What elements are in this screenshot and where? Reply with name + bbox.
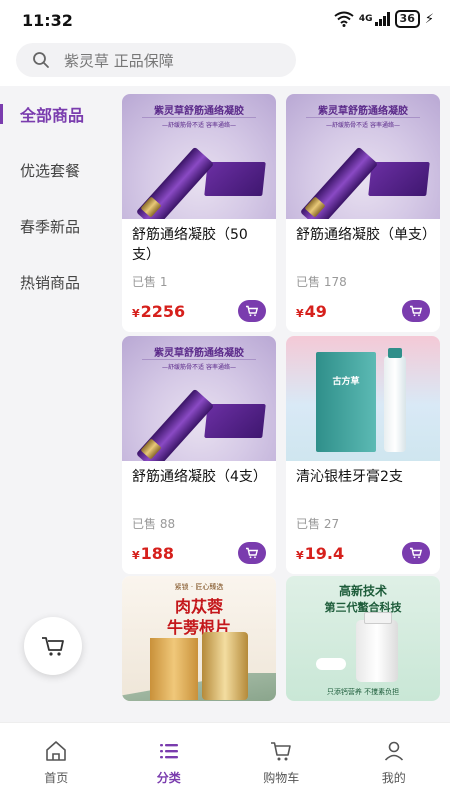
cart-icon	[246, 305, 259, 317]
sold-count: 已售 178	[296, 275, 347, 289]
search-bar: 紫灵草 正品保障	[0, 38, 450, 86]
cart-icon	[246, 547, 259, 559]
add-to-cart-button[interactable]	[402, 542, 430, 564]
product-image: 高新技术 第三代螯合科技 只添钙营养 不搅素负担	[286, 576, 440, 701]
signal-icon	[374, 12, 390, 26]
search-icon	[33, 52, 49, 68]
sidebar-item-spring-new[interactable]: 春季新品	[0, 198, 112, 254]
tab-profile[interactable]: 我的	[338, 723, 450, 800]
wifi-icon	[334, 11, 354, 27]
image-brand-text: 紫灵草舒筋通络凝胶	[318, 106, 408, 117]
network-type: 4G	[358, 14, 373, 24]
product-price: ¥2256	[132, 301, 186, 321]
floating-cart-button[interactable]	[24, 617, 82, 675]
image-title-line2: 牛蒡根片	[166, 618, 231, 637]
status-icons: 4G 36 ⚡	[334, 10, 434, 28]
product-title: 舒筋通络凝胶（单支）	[296, 227, 436, 243]
sold-count: 已售 1	[132, 275, 168, 289]
sold-count: 已售 27	[296, 517, 340, 531]
product-image: 紫灵草舒筋通络凝胶 —舒缓筋骨不适 容率通络—	[122, 94, 276, 219]
tab-category-label: 分类	[156, 771, 181, 785]
list-icon	[159, 744, 178, 759]
tab-cart[interactable]: 购物车	[225, 723, 338, 800]
product-price: ¥188	[132, 543, 175, 563]
cart-icon	[271, 742, 292, 761]
charging-icon: ⚡	[424, 11, 434, 27]
product-card[interactable]: 紧锁 · 匠心臻选 肉苁蓉 牛蒡根片	[122, 576, 276, 701]
product-card[interactable]: 紫灵草舒筋通络凝胶 —舒缓筋骨不适 容率通络— 舒筋通络凝胶（50支） 已售 1…	[122, 94, 276, 332]
sidebar-item-hot[interactable]: 热销商品	[0, 254, 112, 310]
sidebar-item-all[interactable]: 全部商品	[0, 86, 112, 142]
tab-category[interactable]: 分类	[113, 723, 226, 800]
add-to-cart-button[interactable]	[238, 300, 266, 322]
image-title-line1: 高新技术	[338, 584, 387, 598]
product-price: ¥49	[296, 301, 327, 321]
product-price: ¥19.4	[296, 543, 345, 563]
cart-icon	[410, 547, 423, 559]
product-image: 紫灵草舒筋通络凝胶 —舒缓筋骨不适 容率通络—	[122, 336, 276, 461]
search-input[interactable]: 紫灵草 正品保障	[16, 43, 296, 77]
product-card[interactable]: 紫灵草舒筋通络凝胶 —舒缓筋骨不适 容率通络— 舒筋通络凝胶（4支） 已售 88…	[122, 336, 276, 574]
image-title-line2: 第三代螯合科技	[324, 601, 402, 614]
cart-icon	[42, 637, 64, 656]
sidebar-item-bundles[interactable]: 优选套餐	[0, 142, 112, 198]
status-bar: 11:32 4G 36 ⚡	[0, 0, 450, 38]
image-label-text: 古方草	[332, 377, 360, 387]
image-slogan-text: —舒缓筋骨不适 容率通络—	[142, 359, 256, 371]
image-slogan-text: —舒缓筋骨不适 容率通络—	[142, 117, 256, 129]
product-grid: 紫灵草舒筋通络凝胶 —舒缓筋骨不适 容率通络— 舒筋通络凝胶（50支） 已售 1…	[112, 86, 450, 720]
product-card[interactable]: 紫灵草舒筋通络凝胶 —舒缓筋骨不适 容率通络— 舒筋通络凝胶（单支） 已售 17…	[286, 94, 440, 332]
bottom-tab-bar: 首页 分类 购物车 我的	[0, 722, 450, 800]
image-brand-text: 紫灵草舒筋通络凝胶	[154, 106, 244, 117]
product-image: 古方草	[286, 336, 440, 461]
image-brand-text: 紫灵草舒筋通络凝胶	[154, 348, 244, 359]
image-footer-text: 只添钙营养 不搅素负担	[326, 688, 400, 696]
product-card[interactable]: 古方草 清沁银桂牙膏2支 已售 27 ¥19.4	[286, 336, 440, 574]
tab-profile-label: 我的	[381, 771, 406, 785]
tab-home[interactable]: 首页	[0, 723, 113, 800]
home-icon	[46, 741, 67, 761]
image-small-text: 紧锁 · 匠心臻选	[174, 583, 224, 591]
image-slogan-text: —舒缓筋骨不适 容率通络—	[306, 117, 420, 129]
product-image: 紧锁 · 匠心臻选 肉苁蓉 牛蒡根片	[122, 576, 276, 701]
add-to-cart-button[interactable]	[238, 542, 266, 564]
user-icon	[384, 741, 403, 761]
product-image: 紫灵草舒筋通络凝胶 —舒缓筋骨不适 容率通络—	[286, 94, 440, 219]
product-title: 舒筋通络凝胶（4支）	[132, 469, 267, 485]
product-title: 清沁银桂牙膏2支	[296, 469, 403, 485]
sold-count: 已售 88	[132, 517, 176, 531]
search-placeholder: 紫灵草 正品保障	[64, 51, 174, 70]
product-card[interactable]: 高新技术 第三代螯合科技 只添钙营养 不搅素负担	[286, 576, 440, 701]
cart-icon	[410, 305, 423, 317]
battery-icon: 36	[394, 10, 420, 28]
product-title: 舒筋通络凝胶（50支）	[132, 227, 248, 263]
tab-cart-label: 购物车	[263, 771, 300, 785]
status-time: 11:32	[22, 11, 73, 30]
tab-home-label: 首页	[44, 771, 69, 785]
add-to-cart-button[interactable]	[402, 300, 430, 322]
